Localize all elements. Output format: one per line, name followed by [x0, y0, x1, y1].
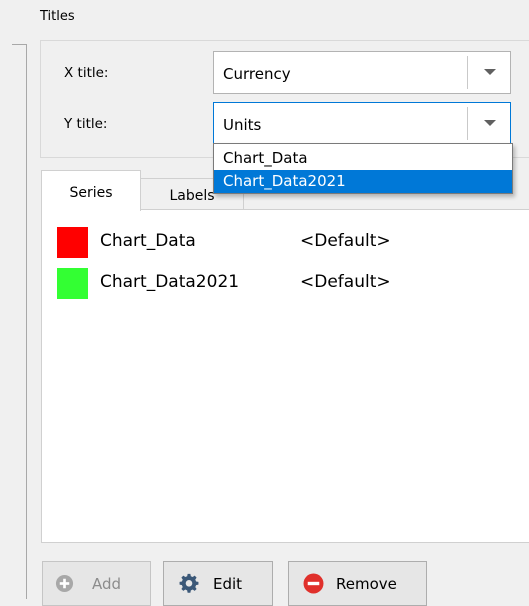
tab-series[interactable]: Series	[41, 170, 141, 211]
series-color-swatch[interactable]	[57, 227, 88, 258]
chevron-down-icon[interactable]	[484, 120, 496, 126]
y-title-value: Units	[223, 116, 262, 134]
combo-separator	[467, 56, 468, 89]
combo-separator	[467, 107, 468, 140]
x-title-combobox[interactable]: Currency	[213, 51, 511, 94]
series-tab-pane: Chart_Data <Default> Chart_Data2021 <Def…	[41, 209, 529, 543]
add-button-label: Add	[92, 575, 122, 593]
y-title-label: Y title:	[64, 116, 108, 132]
series-name: Chart_Data2021	[100, 272, 240, 292]
series-style: <Default>	[300, 231, 391, 251]
panel-left-border-cap	[12, 44, 27, 45]
dropdown-option[interactable]: Chart_Data	[214, 147, 512, 170]
plus-circle-icon	[55, 574, 74, 593]
chevron-down-icon[interactable]	[484, 69, 496, 75]
series-name: Chart_Data	[100, 231, 196, 251]
x-title-value: Currency	[223, 65, 291, 83]
remove-button-label: Remove	[336, 575, 397, 593]
y-title-combobox[interactable]: Units	[213, 102, 511, 145]
series-color-swatch[interactable]	[57, 268, 88, 299]
panel-left-border	[26, 44, 27, 599]
x-title-label: X title:	[64, 65, 109, 81]
edit-button[interactable]: Edit	[163, 561, 273, 606]
series-row[interactable]: Chart_Data2021 <Default>	[42, 265, 529, 305]
edit-button-label: Edit	[213, 575, 243, 593]
dropdown-option-highlighted[interactable]: Chart_Data2021	[214, 170, 512, 193]
gear-icon	[179, 573, 199, 593]
minus-circle-icon	[303, 573, 324, 594]
y-title-dropdown-list: Chart_Data Chart_Data2021	[213, 143, 513, 194]
series-style: <Default>	[300, 272, 391, 292]
series-row[interactable]: Chart_Data <Default>	[42, 223, 529, 263]
remove-button[interactable]: Remove	[288, 561, 427, 606]
add-button[interactable]: Add	[42, 561, 151, 606]
titles-group-label: Titles	[40, 9, 75, 24]
